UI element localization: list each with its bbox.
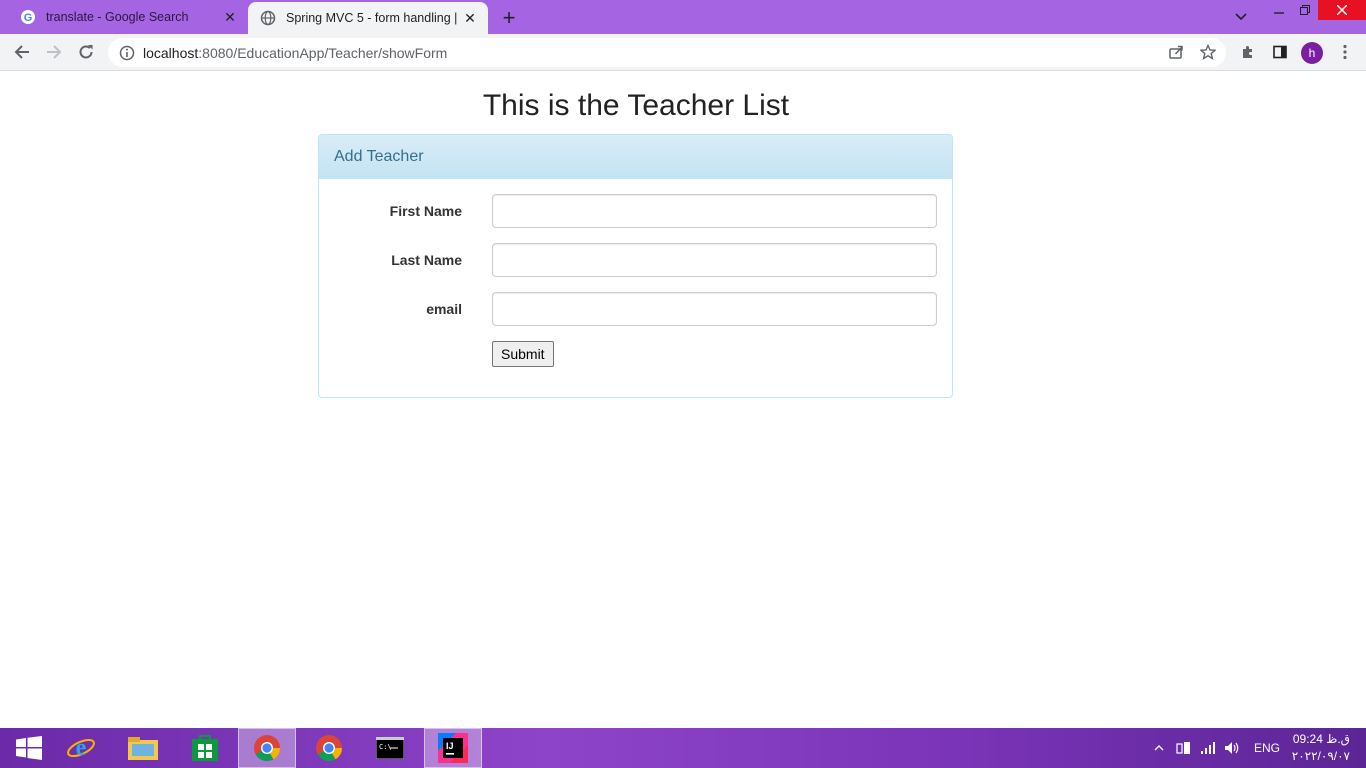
device-icon[interactable] [1176,728,1192,768]
first-name-input[interactable] [492,194,937,228]
tab-spring-mvc[interactable]: Spring MVC 5 - form handling | J ✕ [248,2,488,34]
network-signal-icon[interactable] [1200,728,1216,768]
language-indicator[interactable]: ENG [1254,728,1280,768]
extensions-puzzle-icon[interactable] [1237,41,1259,63]
tab-google-search[interactable]: G translate - Google Search ✕ [8,0,248,34]
globe-icon [260,10,276,26]
url-host: localhost [143,44,199,61]
submit-button[interactable]: Submit [492,341,554,367]
svg-text:G: G [24,12,33,24]
close-tab-icon[interactable]: ✕ [218,5,242,29]
first-name-label: First Name [389,203,462,219]
email-row: email [319,292,952,326]
file-explorer-icon[interactable] [114,728,172,768]
url-text: localhost:8080/EducationApp/Teacher/show… [143,45,447,61]
volume-icon[interactable] [1224,728,1240,768]
internet-explorer-icon[interactable]: e [52,728,110,768]
command-prompt-icon[interactable]: C:\ [361,728,419,768]
svg-text:C:\: C:\ [379,743,392,751]
close-window-icon[interactable] [1318,0,1366,20]
first-name-row: First Name [319,194,952,228]
site-info-icon[interactable] [119,45,135,61]
side-panel-icon[interactable] [1269,41,1291,63]
add-teacher-panel: Add Teacher First Name Last Name email S… [318,134,953,398]
restore-icon[interactable] [1292,0,1318,20]
show-hidden-icons[interactable] [1154,728,1164,768]
back-icon[interactable] [8,38,36,66]
last-name-label: Last Name [391,252,462,268]
chrome-icon[interactable] [300,728,358,768]
reload-icon[interactable] [72,38,100,66]
clock-date: ۲۰۲۲/۰۹/۰۷ [1291,749,1350,763]
tab-search-icon[interactable] [1228,6,1254,28]
panel-title: Add Teacher [319,135,952,179]
clock-time: 09:24 ق.ظ [1292,732,1350,746]
svg-text:IJ: IJ [446,741,454,751]
last-name-input[interactable] [492,243,937,277]
forward-icon[interactable] [40,38,68,66]
google-icon: G [20,9,36,25]
bookmark-star-icon[interactable] [1197,41,1219,63]
system-clock[interactable]: 09:24 ق.ظ ۲۰۲۲/۰۹/۰۷ [1286,731,1350,765]
store-icon[interactable] [176,728,234,768]
browser-tab-strip: G translate - Google Search ✕ Spring MVC… [0,0,1366,34]
browser-toolbar: localhost:8080/EducationApp/Teacher/show… [0,34,1366,71]
page-title: This is the Teacher List [482,89,790,122]
address-bar[interactable]: localhost:8080/EducationApp/Teacher/show… [108,38,1226,67]
windows-start-icon[interactable] [0,728,58,768]
windows-taskbar: e C:\ IJ ENG 09:24 ق.ظ ۲۰۲۲/۰۹/۰۷ [0,728,1366,768]
close-tab-icon[interactable]: ✕ [458,6,482,30]
url-path: :8080/EducationApp/Teacher/showForm [198,44,448,61]
last-name-row: Last Name [319,243,952,277]
email-input[interactable] [492,292,937,326]
tab-title: Spring MVC 5 - form handling | J [286,11,458,25]
share-icon[interactable] [1165,41,1187,63]
email-label: email [426,301,462,317]
new-tab-button[interactable]: + [496,5,522,31]
chrome-icon[interactable] [238,728,296,768]
minimize-icon[interactable] [1266,0,1292,20]
tab-title: translate - Google Search [46,10,189,24]
intellij-icon[interactable]: IJ [424,728,482,768]
menu-kebab-icon[interactable] [1334,41,1356,63]
profile-avatar[interactable]: h [1301,42,1323,64]
svg-text:e: e [76,735,87,761]
